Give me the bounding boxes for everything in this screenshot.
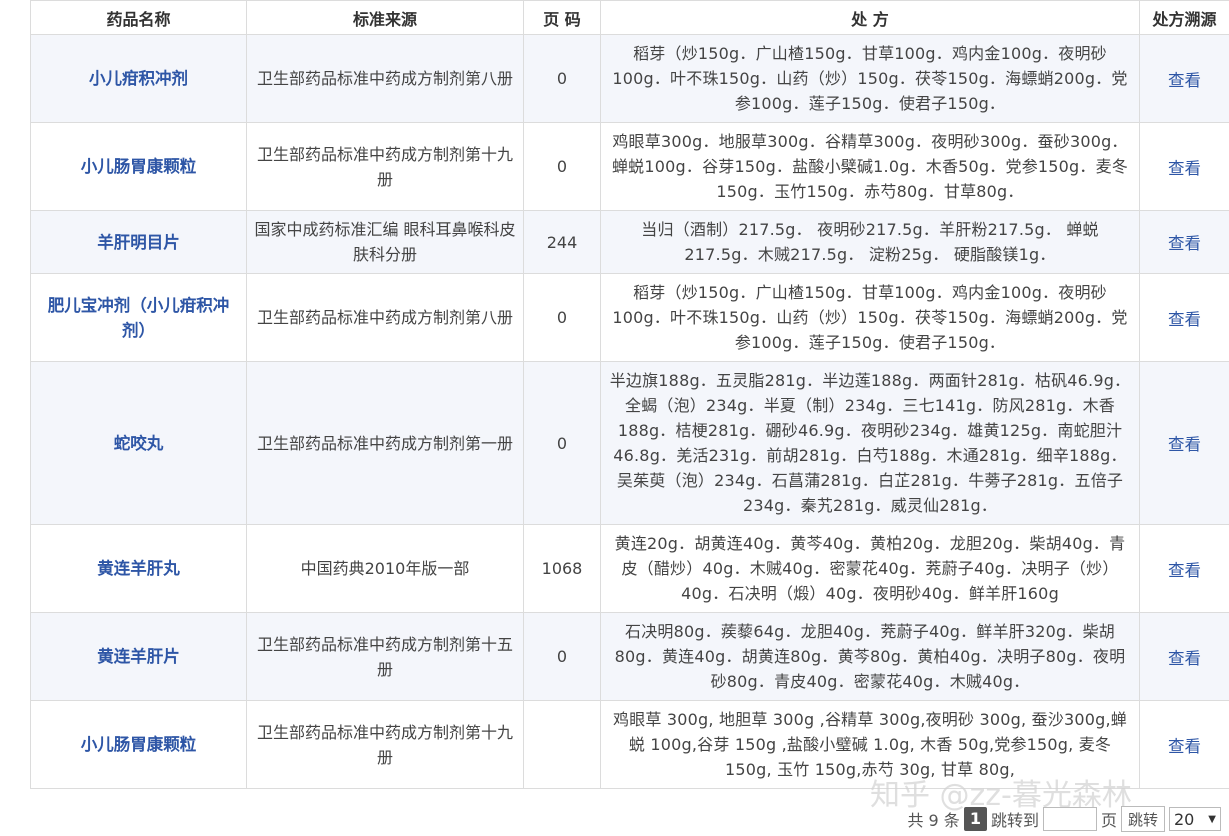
header-standard-source: 标准来源 bbox=[246, 0, 524, 35]
view-link[interactable]: 查看 bbox=[1168, 310, 1201, 329]
header-drug-name: 药品名称 bbox=[30, 0, 247, 35]
page-number: 0 bbox=[523, 34, 601, 123]
table-row: 羊肝明目片 国家中成药标准汇编 眼科耳鼻喉科皮肤科分册 244 当归（酒制）21… bbox=[30, 210, 1229, 274]
page-number: 244 bbox=[523, 210, 601, 274]
view-link[interactable]: 查看 bbox=[1168, 435, 1201, 454]
goto-page-input[interactable] bbox=[1042, 807, 1097, 831]
table-row: 黄连羊肝丸 中国药典2010年版一部 1068 黄连20g．胡黄连40g．黄芩4… bbox=[30, 524, 1229, 613]
goto-button[interactable]: 跳转 bbox=[1120, 806, 1165, 832]
header-page-number: 页 码 bbox=[523, 0, 601, 35]
prescription: 稻芽（炒150g．广山楂150g．甘草100g．鸡内金100g．夜明砂100g．… bbox=[600, 273, 1140, 362]
drug-name: 黄连羊肝片 bbox=[30, 612, 247, 701]
view-cell: 查看 bbox=[1139, 524, 1229, 613]
prescription: 石决明80g．蒺藜64g．龙胆40g．茺蔚子40g．鲜羊肝320g．柴胡80g．… bbox=[600, 612, 1140, 701]
view-cell: 查看 bbox=[1139, 700, 1229, 789]
view-link[interactable]: 查看 bbox=[1168, 71, 1201, 90]
drug-name: 肥儿宝冲剂（小儿疳积冲剂） bbox=[30, 273, 247, 362]
table-header-row: 药品名称 标准来源 页 码 处 方 处方溯源 bbox=[30, 0, 1229, 35]
page-number: 1068 bbox=[523, 524, 601, 613]
prescription: 半边旗188g．五灵脂281g．半边莲188g．两面针281g．枯矾46.9g．… bbox=[600, 361, 1140, 525]
table-row: 黄连羊肝片 卫生部药品标准中药成方制剂第十五册 0 石决明80g．蒺藜64g．龙… bbox=[30, 612, 1229, 701]
view-link[interactable]: 查看 bbox=[1168, 234, 1201, 253]
prescription: 鸡眼草 300g, 地胆草 300g ,谷精草 300g,夜明砂 300g, 蚕… bbox=[600, 700, 1140, 789]
page-unit-label: 页 bbox=[1100, 811, 1117, 830]
pagination: 共 9 条 1 跳转到 页 跳转 20 ▼ bbox=[907, 806, 1221, 832]
header-prescription: 处 方 bbox=[600, 0, 1140, 35]
standard-source: 卫生部药品标准中药成方制剂第十五册 bbox=[246, 612, 524, 701]
drug-name: 小儿肠胃康颗粒 bbox=[30, 700, 247, 789]
table-row: 肥儿宝冲剂（小儿疳积冲剂） 卫生部药品标准中药成方制剂第八册 0 稻芽（炒150… bbox=[30, 273, 1229, 362]
view-link[interactable]: 查看 bbox=[1168, 159, 1201, 178]
page-number: 0 bbox=[523, 361, 601, 525]
standard-source: 卫生部药品标准中药成方制剂第八册 bbox=[246, 273, 524, 362]
view-cell: 查看 bbox=[1139, 122, 1229, 211]
view-cell: 查看 bbox=[1139, 612, 1229, 701]
standard-source: 卫生部药品标准中药成方制剂第十九册 bbox=[246, 700, 524, 789]
prescription: 稻芽（炒150g．广山楂150g．甘草100g．鸡内金100g．夜明砂100g．… bbox=[600, 34, 1140, 123]
standard-source: 卫生部药品标准中药成方制剂第十九册 bbox=[246, 122, 524, 211]
page-number: 0 bbox=[523, 273, 601, 362]
standard-source: 中国药典2010年版一部 bbox=[246, 524, 524, 613]
view-link[interactable]: 查看 bbox=[1168, 737, 1201, 756]
goto-label: 跳转到 bbox=[990, 811, 1039, 830]
standard-source: 国家中成药标准汇编 眼科耳鼻喉科皮肤科分册 bbox=[246, 210, 524, 274]
formula-table: 药品名称 标准来源 页 码 处 方 处方溯源 小儿疳积冲剂 卫生部药品标准中药成… bbox=[30, 0, 1229, 789]
chevron-down-icon: ▼ bbox=[1208, 813, 1216, 825]
table-row: 小儿肠胃康颗粒 卫生部药品标准中药成方制剂第十九册 鸡眼草 300g, 地胆草 … bbox=[30, 700, 1229, 789]
page-number: 0 bbox=[523, 122, 601, 211]
prescription: 当归（酒制）217.5g． 夜明砂217.5g．羊肝粉217.5g． 蝉蜕217… bbox=[600, 210, 1140, 274]
drug-name: 黄连羊肝丸 bbox=[30, 524, 247, 613]
view-cell: 查看 bbox=[1139, 361, 1229, 525]
view-link[interactable]: 查看 bbox=[1168, 561, 1201, 580]
drug-name: 小儿肠胃康颗粒 bbox=[30, 122, 247, 211]
current-page-button[interactable]: 1 bbox=[963, 807, 987, 831]
page-number: 0 bbox=[523, 612, 601, 701]
prescription: 黄连20g．胡黄连40g．黄芩40g．黄柏20g．龙胆20g．柴胡40g．青皮（… bbox=[600, 524, 1140, 613]
table-row: 小儿疳积冲剂 卫生部药品标准中药成方制剂第八册 0 稻芽（炒150g．广山楂15… bbox=[30, 34, 1229, 123]
drug-name: 蛇咬丸 bbox=[30, 361, 247, 525]
view-cell: 查看 bbox=[1139, 210, 1229, 274]
view-cell: 查看 bbox=[1139, 273, 1229, 362]
header-prescription-trace: 处方溯源 bbox=[1139, 0, 1229, 35]
page-size-select[interactable]: 20 ▼ bbox=[1169, 807, 1221, 831]
prescription: 鸡眼草300g．地服草300g．谷精草300g．夜明砂300g．蚕砂300g．蝉… bbox=[600, 122, 1140, 211]
drug-name: 小儿疳积冲剂 bbox=[30, 34, 247, 123]
view-cell: 查看 bbox=[1139, 34, 1229, 123]
standard-source: 卫生部药品标准中药成方制剂第一册 bbox=[246, 361, 524, 525]
page-size-value: 20 bbox=[1174, 809, 1195, 829]
table-row: 蛇咬丸 卫生部药品标准中药成方制剂第一册 0 半边旗188g．五灵脂281g．半… bbox=[30, 361, 1229, 525]
view-link[interactable]: 查看 bbox=[1168, 649, 1201, 668]
standard-source: 卫生部药品标准中药成方制剂第八册 bbox=[246, 34, 524, 123]
drug-name: 羊肝明目片 bbox=[30, 210, 247, 274]
total-count: 共 9 条 bbox=[907, 811, 960, 830]
table-row: 小儿肠胃康颗粒 卫生部药品标准中药成方制剂第十九册 0 鸡眼草300g．地服草3… bbox=[30, 122, 1229, 211]
page-number bbox=[523, 700, 601, 789]
